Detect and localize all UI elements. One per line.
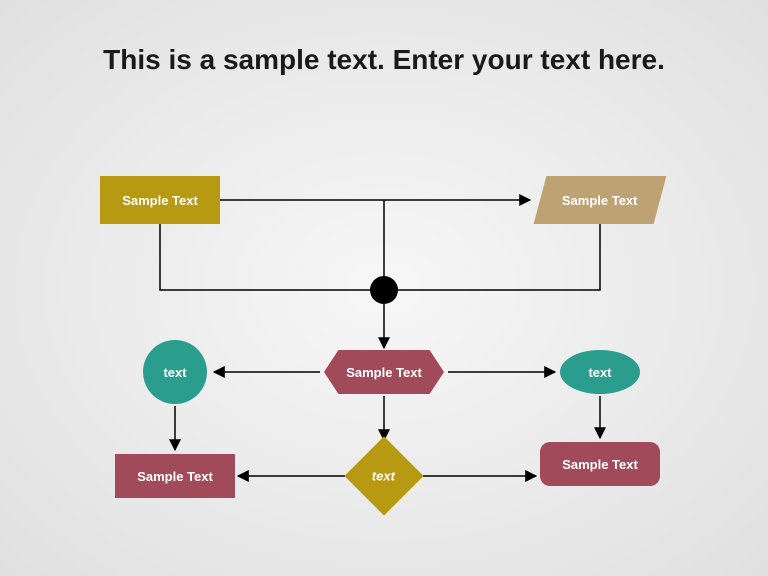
flow-node-preparation: Sample Text: [324, 350, 444, 394]
node-label: text: [588, 365, 611, 380]
node-label: Sample Text: [137, 469, 213, 484]
flow-node-process-left: Sample Text: [115, 454, 235, 498]
flow-node-alt-process: Sample Text: [540, 442, 660, 486]
page-title: This is a sample text. Enter your text h…: [0, 44, 768, 76]
flow-node-connector-circle: text: [143, 340, 207, 404]
node-label: Sample Text: [562, 457, 638, 472]
flow-node-decision: text: [356, 448, 412, 504]
slide-canvas: This is a sample text. Enter your text h…: [0, 0, 768, 576]
node-label: text: [372, 469, 395, 484]
flow-junction-icon: [370, 276, 398, 304]
flow-node-process-start: Sample Text: [100, 176, 220, 224]
flow-node-terminator: text: [560, 350, 640, 394]
node-label: text: [163, 365, 186, 380]
node-label: Sample Text: [562, 193, 638, 208]
flow-node-data: Sample Text: [540, 176, 660, 224]
node-label: Sample Text: [346, 365, 422, 380]
node-label: Sample Text: [122, 193, 198, 208]
